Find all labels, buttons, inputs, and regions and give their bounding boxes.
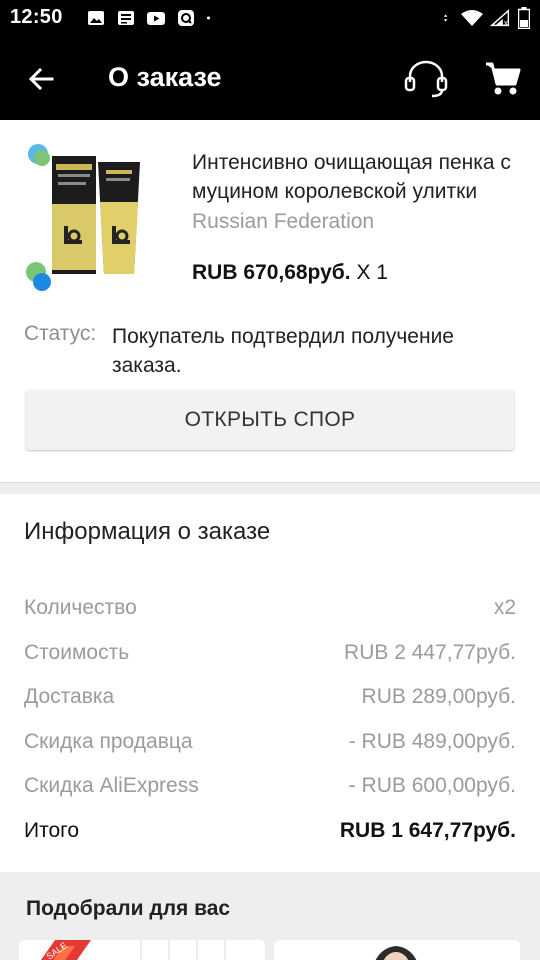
dot-icon bbox=[207, 16, 210, 20]
signal-icon: x bbox=[490, 9, 510, 27]
info-label: Скидка продавца bbox=[24, 730, 193, 753]
order-status: Покупатель подтвердил получение заказа. bbox=[112, 325, 454, 377]
info-row-cost: Стоимость RUB 2 447,77руб. bbox=[24, 641, 516, 671]
product-section: Интенсивно очищающая пенка с муцином кор… bbox=[0, 120, 540, 482]
recommendations-title: Подобрали для вас bbox=[26, 897, 231, 920]
wifi-icon bbox=[461, 10, 483, 26]
section-divider bbox=[0, 482, 540, 494]
status-label: Статус: bbox=[24, 322, 97, 345]
sale-product-image: SALE bbox=[19, 940, 265, 960]
info-value: RUB 289,00руб. bbox=[361, 685, 516, 708]
info-value: - RUB 600,00руб. bbox=[348, 774, 516, 797]
info-value: - RUB 489,00руб. bbox=[348, 730, 516, 753]
data-transfer-icon bbox=[443, 14, 448, 22]
info-row-seller-discount: Скидка продавца - RUB 489,00руб. bbox=[24, 730, 516, 760]
status-bar: 12:50 x bbox=[0, 0, 540, 36]
battery-icon bbox=[518, 7, 530, 29]
youtube-icon bbox=[147, 12, 165, 25]
open-dispute-button[interactable]: ОТКРЫТЬ СПОР bbox=[26, 390, 514, 450]
image-icon bbox=[88, 11, 104, 25]
info-value: RUB 2 447,77руб. bbox=[344, 641, 516, 664]
app-bar: О заказе bbox=[0, 36, 540, 120]
page-title: О заказе bbox=[108, 62, 222, 92]
info-row-shipping: Доставка RUB 289,00руб. bbox=[24, 685, 516, 715]
support-headset-icon[interactable] bbox=[402, 58, 450, 98]
recommendations-section: Подобрали для вас SALE bbox=[0, 872, 540, 960]
assistant-icon bbox=[178, 10, 194, 26]
order-info-section: Информация о заказе Количество x2 Стоимо… bbox=[0, 494, 540, 872]
system-icons: x bbox=[442, 7, 530, 29]
product-origin: Russian Federation bbox=[192, 210, 375, 233]
info-row-quantity: Количество x2 bbox=[24, 596, 516, 626]
info-row-total: Итого RUB 1 647,77руб. bbox=[24, 819, 516, 849]
item-quantity: X 1 bbox=[350, 261, 388, 284]
info-label: Скидка AliExpress bbox=[24, 774, 199, 797]
back-arrow-icon[interactable] bbox=[20, 60, 60, 100]
recommendation-card[interactable] bbox=[274, 940, 520, 960]
info-label: Количество bbox=[24, 596, 137, 619]
cart-icon[interactable] bbox=[482, 58, 522, 98]
product-title[interactable]: Интенсивно очищающая пенка с муцином кор… bbox=[192, 148, 520, 206]
total-label: Итого bbox=[24, 819, 80, 842]
notification-icons bbox=[86, 8, 216, 28]
clock: 12:50 bbox=[10, 6, 63, 28]
info-value: x2 bbox=[493, 596, 516, 619]
news-icon bbox=[118, 11, 134, 25]
info-label: Доставка bbox=[24, 685, 115, 708]
order-info-title: Информация о заказе bbox=[24, 518, 271, 545]
info-label: Стоимость bbox=[24, 641, 130, 664]
total-value: RUB 1 647,77руб. bbox=[339, 819, 516, 842]
product-image[interactable] bbox=[22, 142, 172, 292]
product-photo bbox=[274, 940, 520, 960]
recommendation-card[interactable]: SALE bbox=[19, 940, 265, 960]
product-price: RUB 670,68руб. X 1 bbox=[192, 261, 388, 285]
unit-price: RUB 670,68руб. bbox=[192, 261, 351, 284]
info-row-aliexpress-discount: Скидка AliExpress - RUB 600,00руб. bbox=[24, 774, 516, 804]
